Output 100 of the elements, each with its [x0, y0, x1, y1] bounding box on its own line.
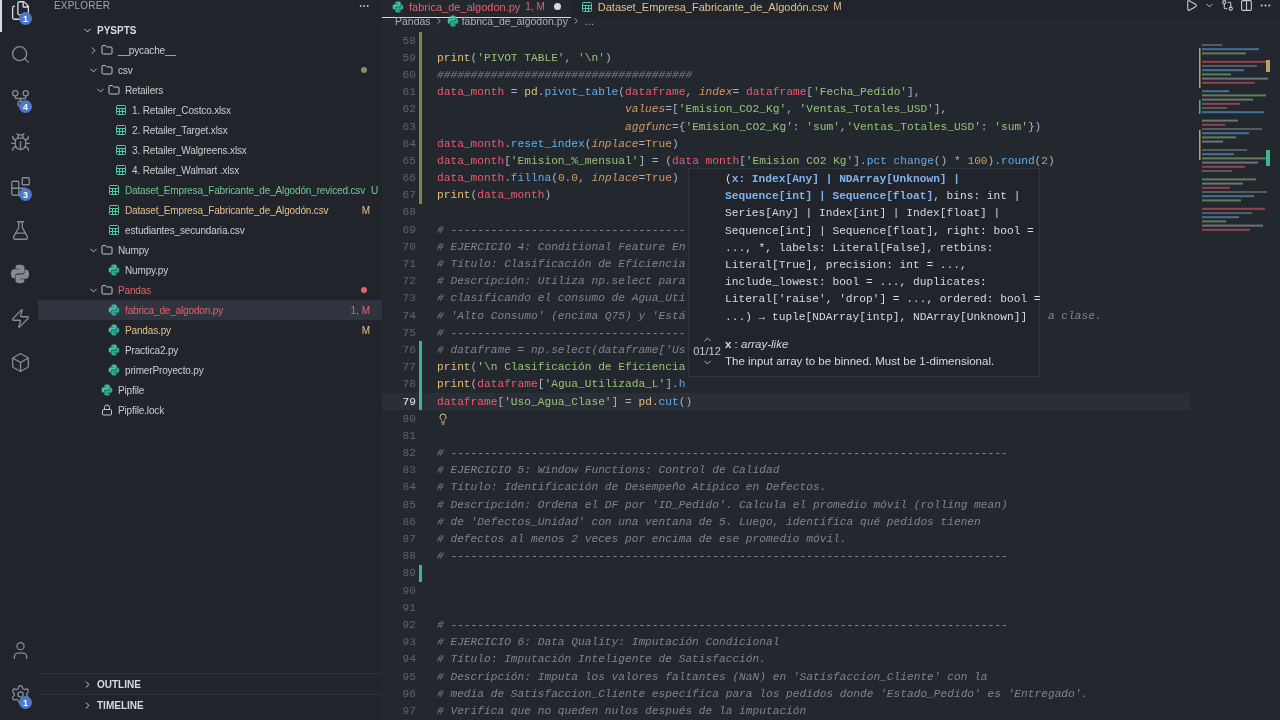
line-number: 76 — [401, 343, 416, 356]
code-line: # ----------------------------------------------------------------------------------- — [437, 618, 1008, 631]
activity-button[interactable]: 1 — [0, 672, 38, 716]
line-number: 83 — [401, 464, 416, 477]
folder-tree-item[interactable]: Numpy — [38, 240, 382, 260]
line-number: 87 — [401, 533, 416, 546]
code-line: data_month.fillna(0.0, inplace=True) — [437, 172, 679, 185]
folder-icon — [101, 64, 113, 76]
folder-icon — [101, 244, 113, 256]
line-number: 73 — [401, 292, 416, 305]
code-line: # Título: Imputación Inteligente de Satisfacción. — [437, 653, 766, 666]
code-line: # ----------------------------------- — [437, 223, 686, 236]
activity-button[interactable]: 4 — [0, 76, 38, 120]
code-line: # Título: Clasificación de Eficiencia — [437, 258, 686, 271]
cube-icon — [9, 351, 31, 373]
code-line: # Descripción: Imputa los valores faltantes (NaN) en 'Satisfaccion_Cliente' con la — [437, 670, 988, 683]
code-line: ###################################### — [437, 68, 693, 81]
line-number: 63 — [401, 120, 416, 133]
code-line: values=['Emision_CO2_Kg', 'Ventas_Totales_USD'], — [623, 103, 948, 116]
file-tree-item[interactable]: primerProyecto.py — [38, 360, 382, 380]
line-number: 97 — [401, 704, 416, 717]
file-tree-item[interactable]: 3. Retailer_Walgreens.xlsx — [38, 140, 382, 160]
code-line: data_month['Emision_%_mensual'] = (data month['Emision CO2 Kg'].pct change() * 100).round(2) — [437, 154, 1055, 167]
breadcrumb-item[interactable]: fabrica_de_algodon.py — [446, 15, 568, 27]
file-tree-item[interactable]: Dataset_Empresa_Fabricante_de_Algodón_reviced.csv U — [38, 180, 382, 200]
code-line: # media de Satisfaccion_Cliente específica para los pedidos donde 'Estado_Pedido' es 'Entregado'. — [437, 687, 1089, 700]
line-number: 82 — [401, 447, 416, 460]
file-tree-item[interactable]: estudiantes_secundaria.csv — [38, 220, 382, 240]
file-tree-item[interactable]: Pipfile.lock — [38, 400, 382, 420]
code-line: data_month.reset_index(inplace=True) — [437, 137, 679, 150]
line-number: 72 — [401, 275, 416, 288]
script-file-icon — [108, 364, 120, 376]
code-line: # EJERCICIO 5: Window Functions: Control de Calidad — [437, 464, 780, 477]
folder-icon — [101, 284, 113, 296]
folder-icon — [101, 44, 113, 56]
line-number: 75 — [401, 326, 416, 339]
script-file-icon — [101, 384, 113, 396]
line-number: 88 — [401, 550, 416, 563]
code-line: # ----------------------------------- — [437, 326, 686, 339]
activity-button[interactable]: 3 — [0, 164, 38, 208]
line-number: 58 — [401, 34, 416, 47]
file-tree-item[interactable]: 1. Retailer_Costco.xlsx — [38, 100, 382, 120]
line-number: 61 — [401, 86, 416, 99]
folder-tree-item[interactable]: csv — [38, 60, 382, 80]
folder-tree-item[interactable]: Pandas — [38, 280, 382, 300]
git-status-label: M — [361, 204, 370, 216]
code-line: # Título: Identificación de Desempeño Atípico en Defectos. — [437, 481, 827, 494]
doc-text: The input array to be binned. Must be 1-dimensional. — [725, 353, 996, 369]
panel-header[interactable]: TIMELINE — [38, 694, 382, 715]
line-number: 65 — [401, 154, 416, 167]
file-tree-item[interactable]: Pandas.py M — [38, 320, 382, 340]
spreadsheet-icon — [108, 204, 120, 216]
settings-icon — [9, 683, 31, 705]
blocks-icon — [9, 175, 31, 197]
code-line: # ----------------------------------------------------------------------------------- — [437, 447, 1008, 460]
compare-icon[interactable] — [1221, 0, 1234, 12]
counter-label: 01/12 — [693, 344, 721, 357]
run-icon[interactable] — [1185, 0, 1198, 12]
line-number: 90 — [401, 584, 416, 597]
file-tree-item[interactable]: fabrica_de_algodon.py 1, M — [38, 300, 382, 320]
file-tree-item[interactable]: Practica2.py — [38, 340, 382, 360]
spreadsheet-icon — [580, 0, 593, 13]
line-number: 95 — [401, 670, 416, 683]
code-line: data_month = pd.pivot_table(dataframe, index= dataframe['Fecha_Pedido'], — [437, 86, 921, 99]
line-number: 59 — [401, 51, 416, 64]
git-status-label: U — [371, 184, 379, 196]
line-number: 71 — [401, 258, 416, 271]
file-tree-item[interactable]: 2. Retailer_Target.xlsx — [38, 120, 382, 140]
split-editor-icon[interactable] — [1240, 0, 1253, 12]
line-number: 74 — [401, 309, 416, 322]
line-number: 70 — [401, 240, 416, 253]
script-file-icon — [446, 15, 459, 27]
parameter-label: x : array-like — [725, 336, 790, 352]
code-line: a clase. — [1047, 309, 1102, 322]
lightbulb-icon[interactable] — [437, 412, 449, 425]
file-tree-item[interactable]: Pipfile — [38, 380, 382, 400]
code-line: # EJERCICIO 4: Conditional Feature En — [437, 240, 686, 253]
line-number: 62 — [401, 103, 416, 116]
sidebar-title: EXPLORER — [54, 0, 111, 11]
breadcrumb-item[interactable]: … — [583, 15, 595, 27]
editor-tab[interactable]: fabrica_de_algodon.py 1, M — [382, 0, 571, 18]
files-icon — [9, 0, 31, 21]
code-line: # EJERCICIO 6: Data Quality: Imputación Condicional — [437, 636, 780, 649]
search-icon — [9, 43, 31, 65]
code-line: # Descripción: Utiliza np.select para — [437, 275, 686, 288]
folder-tree-item[interactable]: __pycache__ — [38, 40, 382, 60]
file-tree-item[interactable]: Dataset_Empresa_Fabricante_de_Algodón.csv M — [38, 200, 382, 220]
notification-badge: 3 — [19, 188, 32, 201]
line-number: 84 — [401, 481, 416, 494]
panel-header[interactable]: OUTLINE — [38, 673, 382, 694]
notification-badge: 1 — [19, 12, 32, 25]
file-tree-item[interactable]: Numpy.py — [38, 260, 382, 280]
line-number: 67 — [401, 189, 416, 202]
line-number: 94 — [401, 653, 416, 666]
folder-tree-item[interactable]: Retailers — [38, 80, 382, 100]
breadcrumb-item[interactable]: Pandas — [395, 15, 431, 27]
code-line: # ----------------------------------------------------------------------------------- — [437, 550, 1008, 563]
folder-header[interactable]: PYSPTS — [38, 20, 382, 40]
line-number: 93 — [401, 636, 416, 649]
file-tree-item[interactable]: 4. Retailer_Walmart .xlsx — [38, 160, 382, 180]
